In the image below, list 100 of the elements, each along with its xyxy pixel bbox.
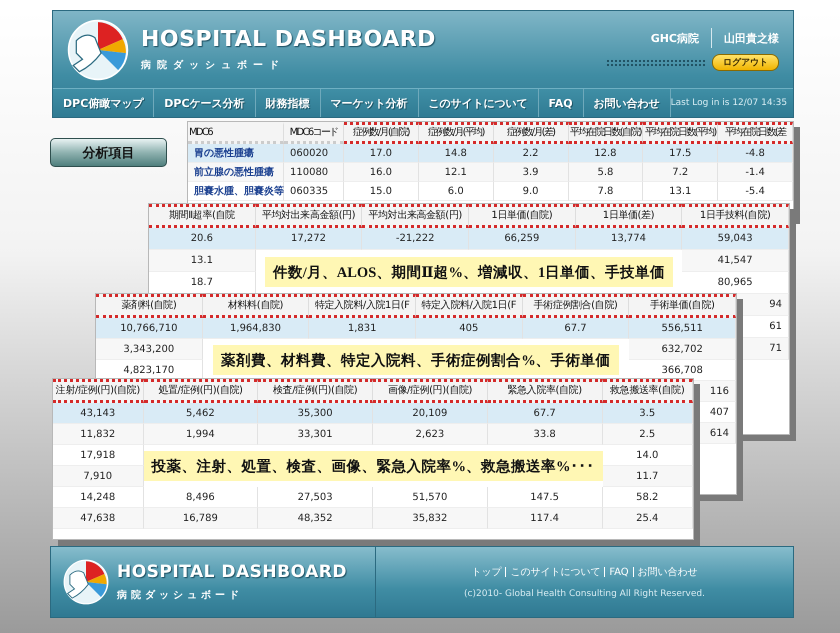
- table-cell: 7.8: [568, 182, 644, 201]
- table-cell: 14.8: [418, 144, 494, 163]
- column-header: 手術症例割合(自院): [522, 294, 630, 318]
- table-cell: 1,964,830: [202, 318, 310, 339]
- table-cell: -21,222: [362, 228, 469, 250]
- table-cell: 66,259: [468, 228, 576, 250]
- table-cell: 5,462: [144, 403, 258, 424]
- table-cell: 16.0: [344, 163, 419, 182]
- table-cell: 2,623: [373, 424, 488, 445]
- table-cell: 27,503: [258, 487, 373, 508]
- table-cell: 41,547: [682, 250, 789, 272]
- site-subtitle: 病院ダッシュボード: [141, 58, 286, 72]
- nav-link[interactable]: マーケット分析: [320, 89, 419, 117]
- footer-title: HOSPITAL DASHBOARD: [117, 562, 347, 582]
- column-header: MDC6コード: [284, 122, 344, 144]
- diagnosis-link[interactable]: 胃の悪性腫瘍: [188, 144, 284, 163]
- summary-callout: 投薬、注射、処置、検査、画像、緊急入院率%、救急搬送率%･･･: [144, 451, 602, 481]
- table-cell: 117.4: [488, 508, 602, 529]
- table-cell: 7,910: [53, 466, 144, 487]
- dot-pattern-icon: [606, 58, 706, 66]
- nav-link[interactable]: DPC俯瞰マップ: [53, 89, 154, 117]
- table-cell: 33.8: [488, 424, 602, 445]
- table-cell: 5.8: [568, 163, 644, 182]
- column-header: 症例数/月(差): [494, 122, 568, 144]
- table-cell: 20.6: [149, 228, 256, 250]
- column-header: 平均在院日数(平均): [643, 122, 718, 144]
- column-header: 手術単価(自院): [629, 294, 736, 318]
- table-cell: 11,832: [53, 424, 144, 445]
- table-cell: 147.5: [488, 487, 602, 508]
- footer-link[interactable]: このサイトについて: [510, 565, 600, 579]
- site-title: HOSPITAL DASHBOARD: [141, 27, 436, 52]
- column-header: 薬剤料(自院): [96, 294, 203, 318]
- table-cell: 9.0: [494, 182, 568, 201]
- table-cell: 17,918: [53, 445, 144, 466]
- table-cell: 060020: [284, 144, 344, 163]
- column-header: 平均在院日数(自院): [568, 122, 644, 144]
- column-header: 症例数/月(平均): [418, 122, 494, 144]
- column-header: 処置/症例(円)(自院): [144, 379, 258, 403]
- table-cell: 060335: [284, 182, 344, 201]
- column-header: 1日単価(差): [576, 204, 682, 228]
- diagnosis-link[interactable]: 胆嚢水腫、胆嚢炎等: [188, 182, 284, 201]
- footer-link[interactable]: トップ: [471, 565, 502, 579]
- column-header: 1日単価(自院): [468, 204, 576, 228]
- summary-callout: 件数/月、ALOS、期間Ⅱ超%、増減収、1日単価、手技単価: [264, 257, 674, 287]
- table-cell: 13.1: [643, 182, 718, 201]
- footer-subtitle: 病院ダッシュボード: [117, 588, 244, 602]
- column-header: 特定入院料/入院1日(F: [309, 294, 416, 318]
- table-cell: -4.8: [718, 144, 793, 163]
- nav-link[interactable]: お問い合わせ: [584, 89, 671, 117]
- table-cell: 67.7: [522, 318, 630, 339]
- table-cell: 25.4: [602, 508, 693, 529]
- table-cell: 43,143: [53, 403, 144, 424]
- table-cell: 59,043: [682, 228, 789, 250]
- table-cell: 20,109: [373, 403, 488, 424]
- table-cell: 3.9: [494, 163, 568, 182]
- table-cell: 48,352: [258, 508, 373, 529]
- table-cell: 110080: [284, 163, 344, 182]
- table-cell: 2.2: [494, 144, 568, 163]
- table-cell: -5.4: [718, 182, 793, 201]
- column-header: 材料料(自院): [202, 294, 310, 318]
- table-cell: 3,343,200: [96, 339, 203, 360]
- column-header: 症例数/月(自院): [344, 122, 419, 144]
- column-header: 平均在院日数(差: [718, 122, 793, 144]
- table-cell: 8,496: [144, 487, 258, 508]
- table-cell: 33,301: [258, 424, 373, 445]
- logout-button[interactable]: ログアウト: [712, 54, 779, 71]
- table-cell: 10,766,710: [96, 318, 203, 339]
- table-cell: 17.5: [643, 144, 718, 163]
- nav-link[interactable]: 財務指標: [256, 89, 321, 117]
- column-header: 特定入院料/入院1日(F: [416, 294, 523, 318]
- column-header: 平均対出来高金額(円): [362, 204, 469, 228]
- column-header: MDC6: [188, 122, 284, 144]
- column-header: 期間Ⅱ超率(自院: [149, 204, 256, 228]
- table-cell: 632,702: [629, 339, 736, 360]
- table-cell: 67.7: [488, 403, 602, 424]
- table-cell: 1,831: [309, 318, 416, 339]
- nav-link[interactable]: DPCケース分析: [154, 89, 256, 117]
- column-header: 平均対出来高金額(円): [256, 204, 362, 228]
- analysis-items-button[interactable]: 分析項目: [50, 138, 167, 167]
- table-cell: 35,300: [258, 403, 373, 424]
- hospital-name: GHC病院: [650, 30, 699, 46]
- table-cell: 58.2: [602, 487, 693, 508]
- table-cell: 14.0: [602, 445, 693, 466]
- column-header: 画像/症例(円)(自院): [373, 379, 488, 403]
- column-header: 緊急入院率(自院): [488, 379, 602, 403]
- table-cell: 11.7: [602, 466, 693, 487]
- table-cell: 405: [416, 318, 523, 339]
- copyright-text: (c)2010- Global Health Consulting All Right Reserved.: [464, 589, 705, 599]
- table-cell: 556,511: [629, 318, 736, 339]
- table-cell: 51,570: [373, 487, 488, 508]
- nav-link[interactable]: FAQ: [538, 89, 584, 117]
- table-cell: 15.0: [344, 182, 419, 201]
- footer-link[interactable]: FAQ: [609, 566, 629, 578]
- footer-link[interactable]: お問い合わせ: [638, 565, 698, 579]
- summary-callout: 薬剤費、材料費、特定入院料、手術症例割合%、手術単価: [213, 345, 619, 375]
- table-cell: 7.2: [643, 163, 718, 182]
- table-cell: 47,638: [53, 508, 144, 529]
- diagnosis-link[interactable]: 前立腺の悪性腫瘍: [188, 163, 284, 182]
- nav-link[interactable]: このサイトについて: [418, 89, 539, 117]
- table-cell: 14,248: [53, 487, 144, 508]
